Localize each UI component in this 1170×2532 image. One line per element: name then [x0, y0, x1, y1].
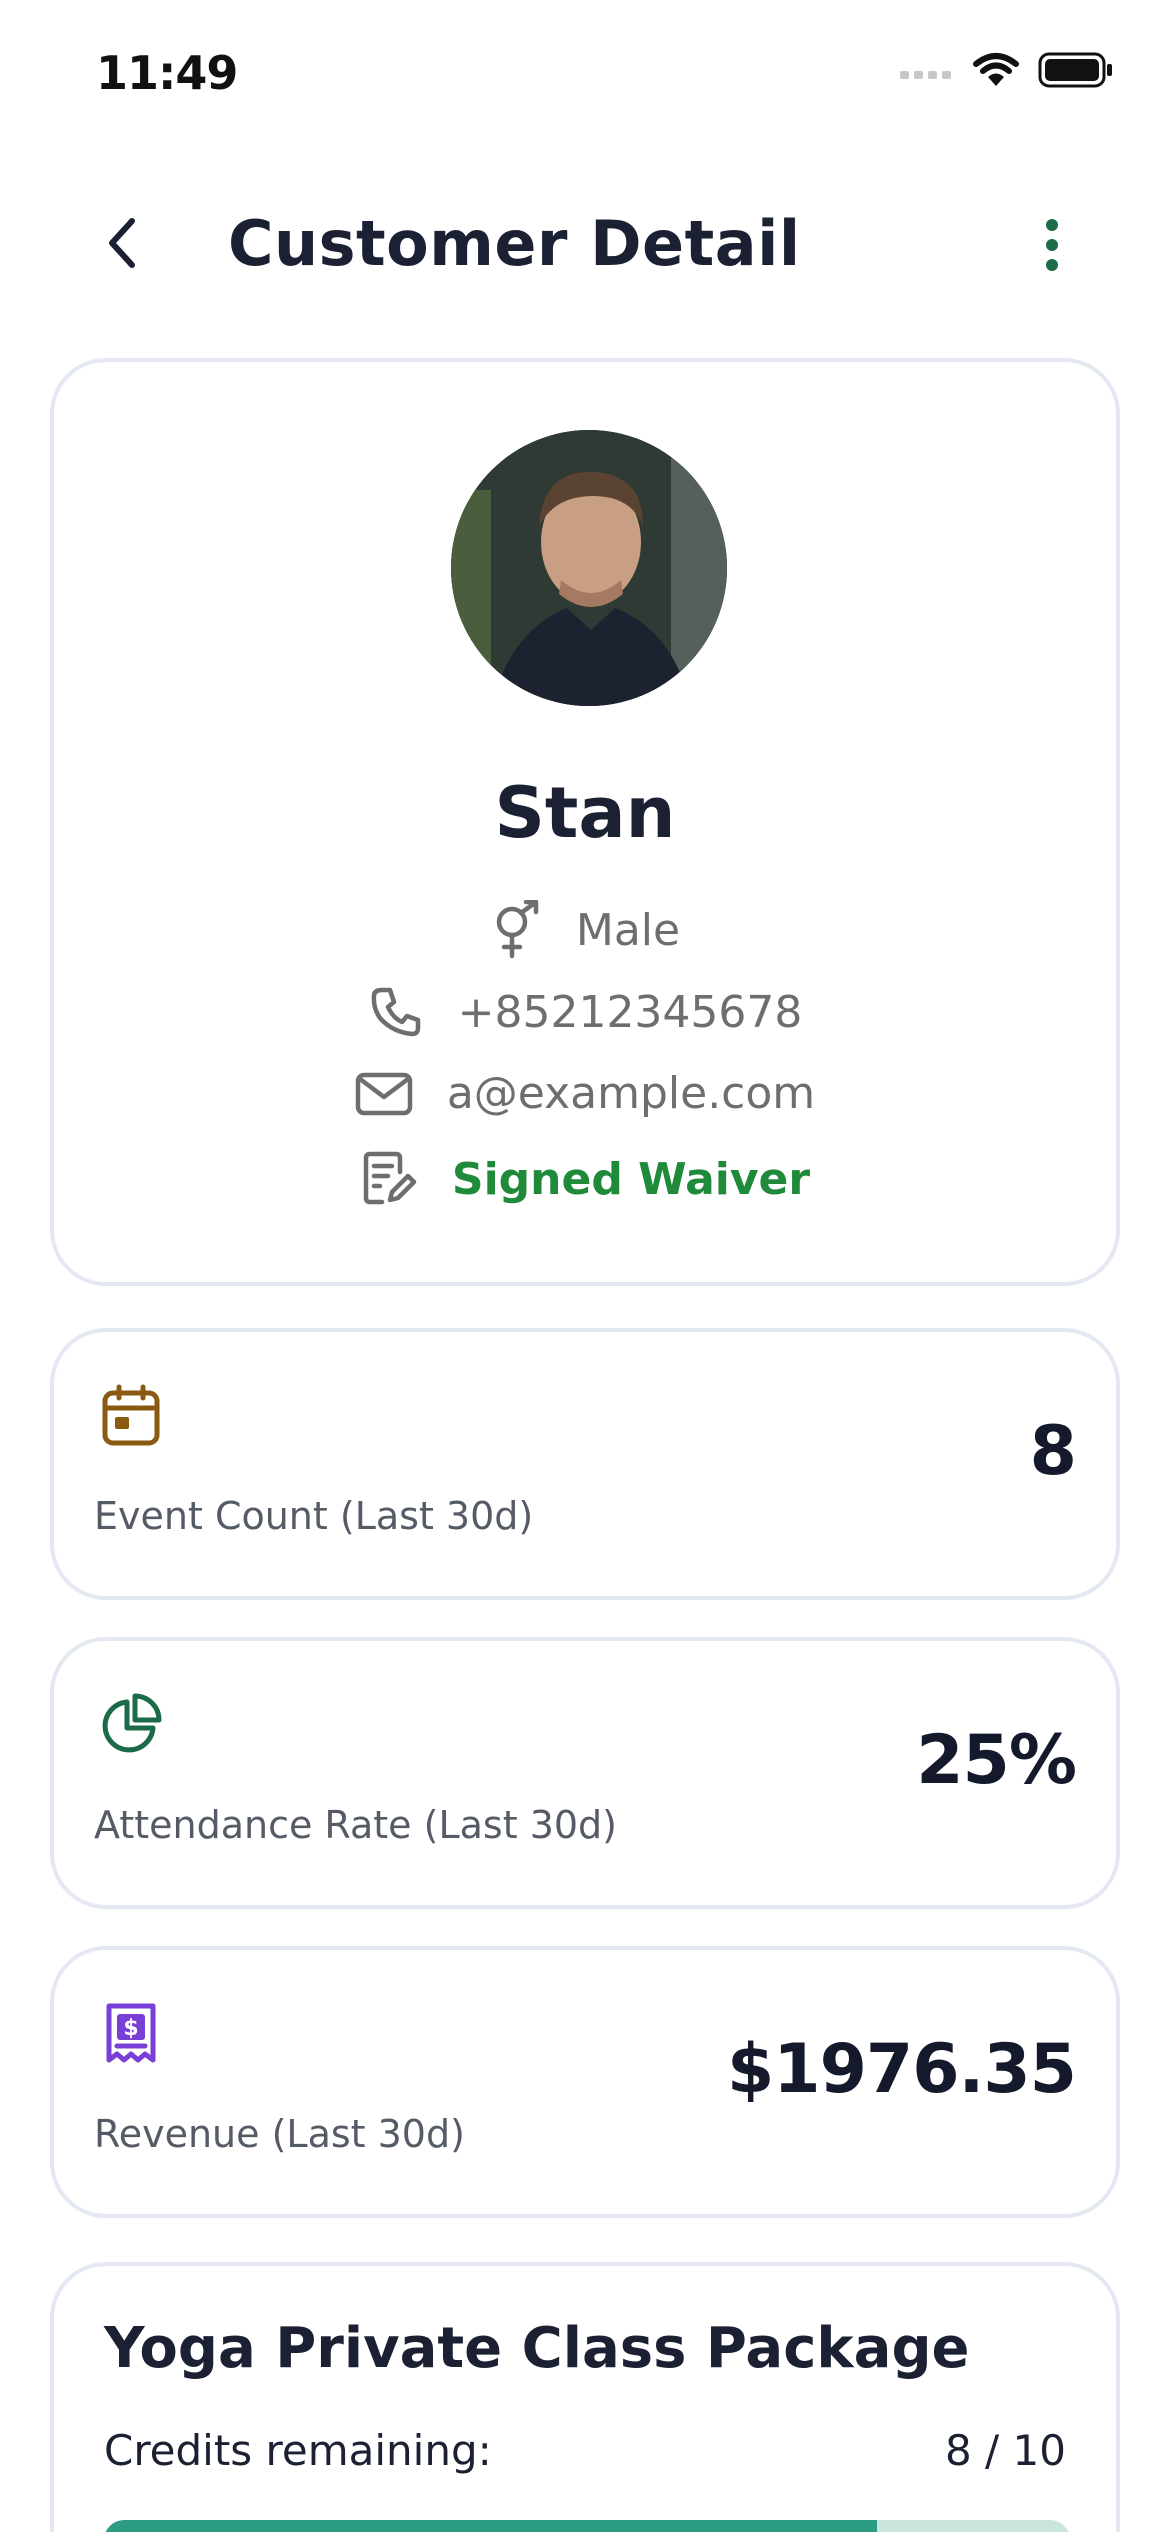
signed-document-icon: [363, 1151, 417, 1205]
mail-icon: [355, 1072, 413, 1115]
customer-name: Stan: [494, 772, 676, 854]
calendar-icon: [96, 1380, 166, 1450]
stat-label: Attendance Rate (Last 30d): [94, 1803, 618, 1847]
stat-value: 8: [1029, 1412, 1077, 1491]
chevron-left-icon: [109, 218, 135, 268]
credits-value: 8 / 10: [944, 2426, 1066, 2475]
package-card[interactable]: Yoga Private Class Package Credits remai…: [50, 2262, 1120, 2532]
page-title: Customer Detail: [228, 207, 801, 280]
event-count-card: Event Count (Last 30d) 8: [50, 1328, 1120, 1600]
revenue-card: $ Revenue (Last 30d) $1976.35: [50, 1946, 1120, 2218]
gender-icon: [496, 900, 539, 959]
profile-card: Stan Male +85212345678 a@example.com Sig…: [50, 358, 1120, 1286]
gender-value: Male: [575, 904, 681, 956]
customer-detail-screen: 11:49 Customer Detail Stan Male +8521234…: [0, 0, 1170, 2532]
phone-row[interactable]: +85212345678: [54, 984, 1116, 1040]
credits-progress-bar: [104, 2520, 1070, 2532]
waiver-row: Signed Waiver: [54, 1150, 1116, 1208]
back-button[interactable]: [92, 208, 152, 278]
stat-label: Event Count (Last 30d): [94, 1494, 534, 1538]
stat-value: 25%: [916, 1721, 1077, 1800]
gender-row: Male: [54, 900, 1116, 960]
credits-progress-fill: [104, 2520, 877, 2532]
avatar: [451, 430, 727, 706]
more-options-button[interactable]: [1022, 210, 1082, 280]
status-time: 11:49: [96, 46, 238, 100]
email-value: a@example.com: [446, 1068, 816, 1119]
stat-label: Revenue (Last 30d): [94, 2112, 465, 2156]
svg-text:$: $: [123, 2016, 138, 2041]
attendance-rate-card: Attendance Rate (Last 30d) 25%: [50, 1637, 1120, 1909]
email-row[interactable]: a@example.com: [54, 1068, 1116, 1119]
stat-value: $1976.35: [726, 2030, 1077, 2109]
receipt-icon: $: [96, 1998, 166, 2068]
phone-icon: [371, 987, 420, 1037]
status-icons: [900, 52, 1114, 92]
credits-label: Credits remaining:: [104, 2426, 492, 2475]
more-vertical-icon: [1046, 219, 1058, 271]
waiver-status: Signed Waiver: [451, 1153, 811, 1205]
wifi-icon: [972, 52, 1020, 92]
pie-chart-icon: [96, 1689, 166, 1759]
phone-value: +85212345678: [457, 986, 803, 1038]
package-title: Yoga Private Class Package: [104, 2316, 970, 2381]
battery-icon: [1038, 52, 1114, 92]
cellular-signal-icon: [900, 61, 954, 83]
